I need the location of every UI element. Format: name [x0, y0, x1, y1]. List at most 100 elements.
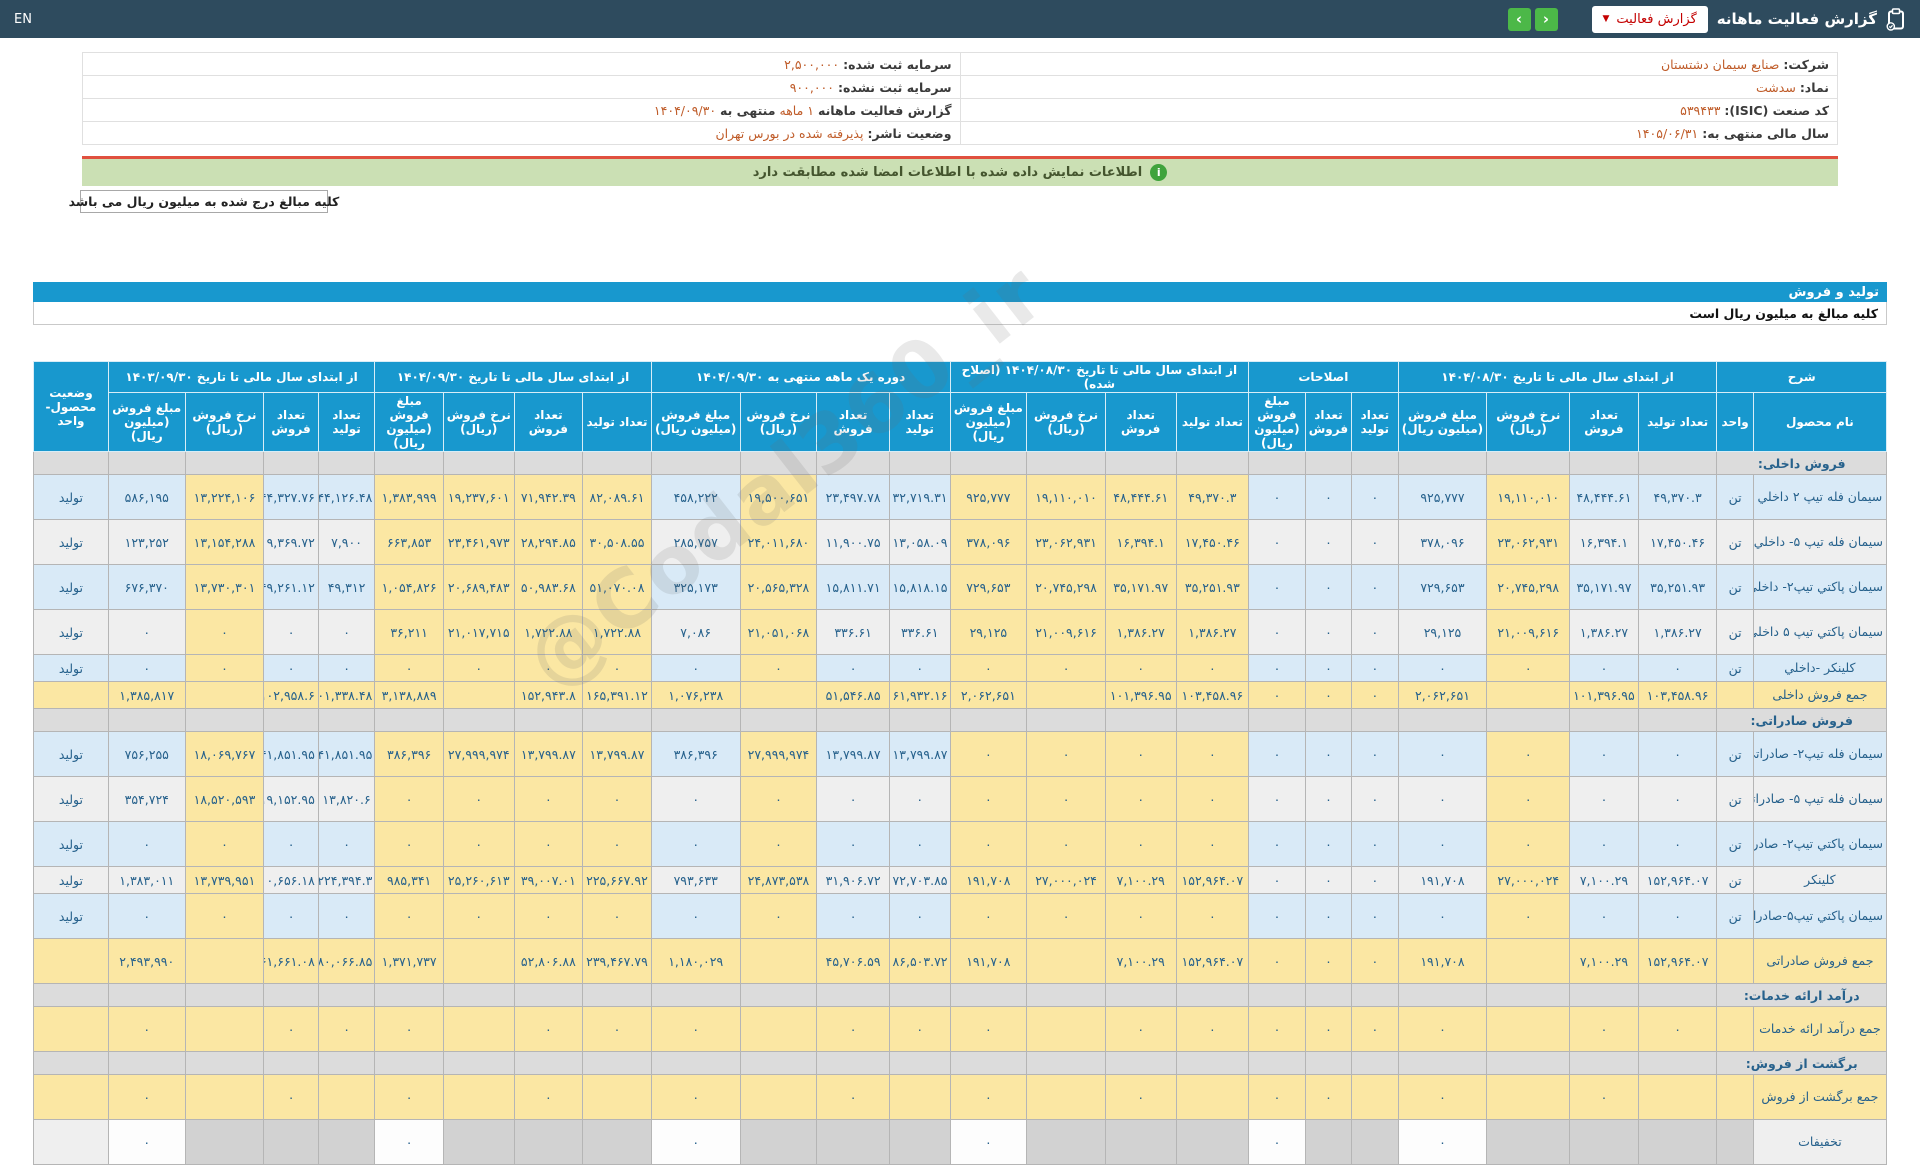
- value-cell: ۷,۱۰۰.۲۹: [1569, 938, 1639, 984]
- value-cell: ۰: [107, 609, 186, 655]
- value-cell: ۰: [317, 654, 376, 682]
- product-name-cell: سیمان فله تیپ ۵- صادراتي: [1752, 776, 1888, 822]
- value-cell: ۰: [1304, 866, 1353, 894]
- value-cell: ۴۵۸,۲۲۲: [650, 474, 741, 520]
- value-cell: ۰: [1304, 1074, 1353, 1120]
- product-name-cell: سیمان پاکتي تیپ۲- داخلي: [1752, 564, 1888, 610]
- fiscal-year-label: سال مالی منتهی به:: [1702, 125, 1829, 141]
- report-type-dropdown[interactable]: گزارش فعالیت ▼: [1591, 5, 1708, 33]
- value-cell: ۰: [949, 654, 1028, 682]
- product-name-cell: جمع درآمد ارائه خدمات: [1752, 1006, 1888, 1052]
- status-cell: تولید: [33, 893, 109, 939]
- value-cell: ۰: [1248, 866, 1306, 894]
- section-cell: [949, 708, 1028, 732]
- status-cell: تولید: [33, 474, 109, 520]
- value-cell: ۱,۰۵۴,۸۲۶: [374, 564, 444, 610]
- value-cell: ۰: [739, 821, 818, 867]
- value-cell: ۰: [582, 776, 652, 822]
- value-cell: ۰: [1104, 1074, 1177, 1120]
- value-cell: ۰: [1304, 821, 1353, 867]
- section-cell: [1175, 708, 1250, 732]
- value-cell: ۰: [888, 654, 951, 682]
- value-cell: ۱۵۲,۹۶۴.۰۷: [1637, 938, 1718, 984]
- info-icon: i: [1150, 164, 1168, 181]
- value-cell: ۰: [1397, 1119, 1488, 1165]
- value-cell: ۰: [1351, 564, 1399, 610]
- value-cell: ۱۹,۲۳۷,۶۰۱: [442, 474, 515, 520]
- section-cell: [1569, 451, 1639, 475]
- value-cell: ۰: [1304, 893, 1353, 939]
- value-cell: ۰: [374, 776, 444, 822]
- section-cell: [263, 708, 319, 732]
- section-cell: [107, 708, 186, 732]
- column-group-header: از ابتدای سال مالی تا تاریخ ۱۴۰۳/۰۹/۳۰: [107, 361, 376, 393]
- value-cell: ۲۴,۰۱۱,۶۸۰: [739, 519, 818, 565]
- language-toggle[interactable]: EN: [14, 12, 32, 27]
- value-cell: ۳۸۶,۳۹۶: [650, 731, 741, 777]
- section-cell: [1175, 983, 1250, 1007]
- value-cell: ۰: [1175, 731, 1250, 777]
- table-row: سیمان پاکتي تیپ ۵ داخليتن۱,۳۸۶.۲۷۱,۳۸۶.۲…: [33, 609, 1888, 655]
- unit-cell: تن: [1716, 893, 1754, 939]
- value-cell: ۰: [1397, 731, 1488, 777]
- value-cell: ۱۳,۷۹۹.۸۷: [816, 731, 890, 777]
- section-cell: [1104, 983, 1177, 1007]
- unregistered-capital-label: سرمایه ثبت نشده:: [837, 79, 952, 95]
- value-cell: ۰: [107, 1119, 186, 1165]
- value-cell: ۰: [374, 654, 444, 682]
- value-cell: [1304, 1119, 1353, 1165]
- value-cell: [263, 1119, 319, 1165]
- column-group-header: دوره یک ماهه منتهی به ۱۴۰۴/۰۹/۳۰: [650, 361, 951, 393]
- value-cell: ۰: [1248, 609, 1306, 655]
- value-cell: ۰: [1248, 776, 1306, 822]
- section-cell: [1026, 708, 1106, 732]
- next-report-button[interactable]: ›: [1534, 7, 1558, 31]
- column-header: تعداد تولید: [888, 392, 951, 452]
- value-cell: ۲۷,۰۰۰,۰۲۴: [1486, 866, 1571, 894]
- section-cell: [1026, 983, 1106, 1007]
- value-cell: ۰: [1351, 938, 1399, 984]
- value-cell: [1486, 1074, 1571, 1120]
- value-cell: ۱۹۱,۷۰۸: [949, 938, 1028, 984]
- value-cell: ۰: [1304, 654, 1353, 682]
- publisher-status-label: وضعیت ناشر:: [867, 125, 952, 141]
- column-header: مبلغ فروش (میلیون ریال): [650, 392, 741, 452]
- previous-report-button[interactable]: ‹: [1507, 7, 1531, 31]
- report-type-dropdown-label: گزارش فعالیت: [1616, 11, 1697, 27]
- column-header: نرخ فروش (ریال): [1486, 392, 1571, 452]
- section-cell: [888, 708, 951, 732]
- value-cell: [1026, 1119, 1106, 1165]
- value-cell: [184, 681, 265, 709]
- value-cell: ۱۵۲,۹۶۴.۰۷: [1637, 866, 1718, 894]
- section-cell: [1569, 983, 1639, 1007]
- value-cell: ۰: [184, 893, 265, 939]
- section-cell: [739, 983, 818, 1007]
- value-cell: ۰: [816, 776, 890, 822]
- product-name-cell: سیمان پاکتي تیپ ۵ داخلي: [1752, 609, 1888, 655]
- value-cell: ۱,۳۸۳,۹۹۹: [374, 474, 444, 520]
- value-cell: ۱,۷۲۲.۸۸: [582, 609, 652, 655]
- value-cell: ۱۳,۲۲۴,۱۰۶: [184, 474, 265, 520]
- unit-cell: تن: [1716, 609, 1754, 655]
- value-cell: ۳۲۵,۱۷۳: [650, 564, 741, 610]
- value-cell: ۰: [374, 1074, 444, 1120]
- column-header: مبلغ فروش (میلیون ریال): [949, 392, 1028, 452]
- product-name-cell: کلینکر -داخلي: [1752, 654, 1888, 682]
- unit-cell: تن: [1716, 821, 1754, 867]
- section-cell: [1486, 1051, 1571, 1075]
- section-cell: [1304, 451, 1353, 475]
- value-cell: [1026, 938, 1106, 984]
- value-cell: ۰: [949, 731, 1028, 777]
- value-cell: ۳۵,۲۵۱.۹۳: [1175, 564, 1250, 610]
- section-cell: [949, 451, 1028, 475]
- value-cell: ۰: [107, 654, 186, 682]
- column-header: مبلغ فروش (میلیون ریال): [107, 392, 186, 452]
- table-row: جمع درآمد ارائه خدمات ۰ ۰ ۰ ۰ ۰ ۰ ۰ ۰ ۰ ۰ ۰ ۰ ۰ ۰ ۰ ۰ ۰ ۰: [33, 1006, 1888, 1052]
- value-cell: ۰: [1248, 474, 1306, 520]
- value-cell: ۰: [888, 893, 951, 939]
- isic-label: کد صنعت (ISIC):: [1724, 102, 1829, 118]
- value-cell: ۱,۱۸۰,۰۲۹: [650, 938, 741, 984]
- value-cell: ۰: [1304, 474, 1353, 520]
- value-cell: ۰: [1026, 654, 1106, 682]
- value-cell: ۰: [1304, 519, 1353, 565]
